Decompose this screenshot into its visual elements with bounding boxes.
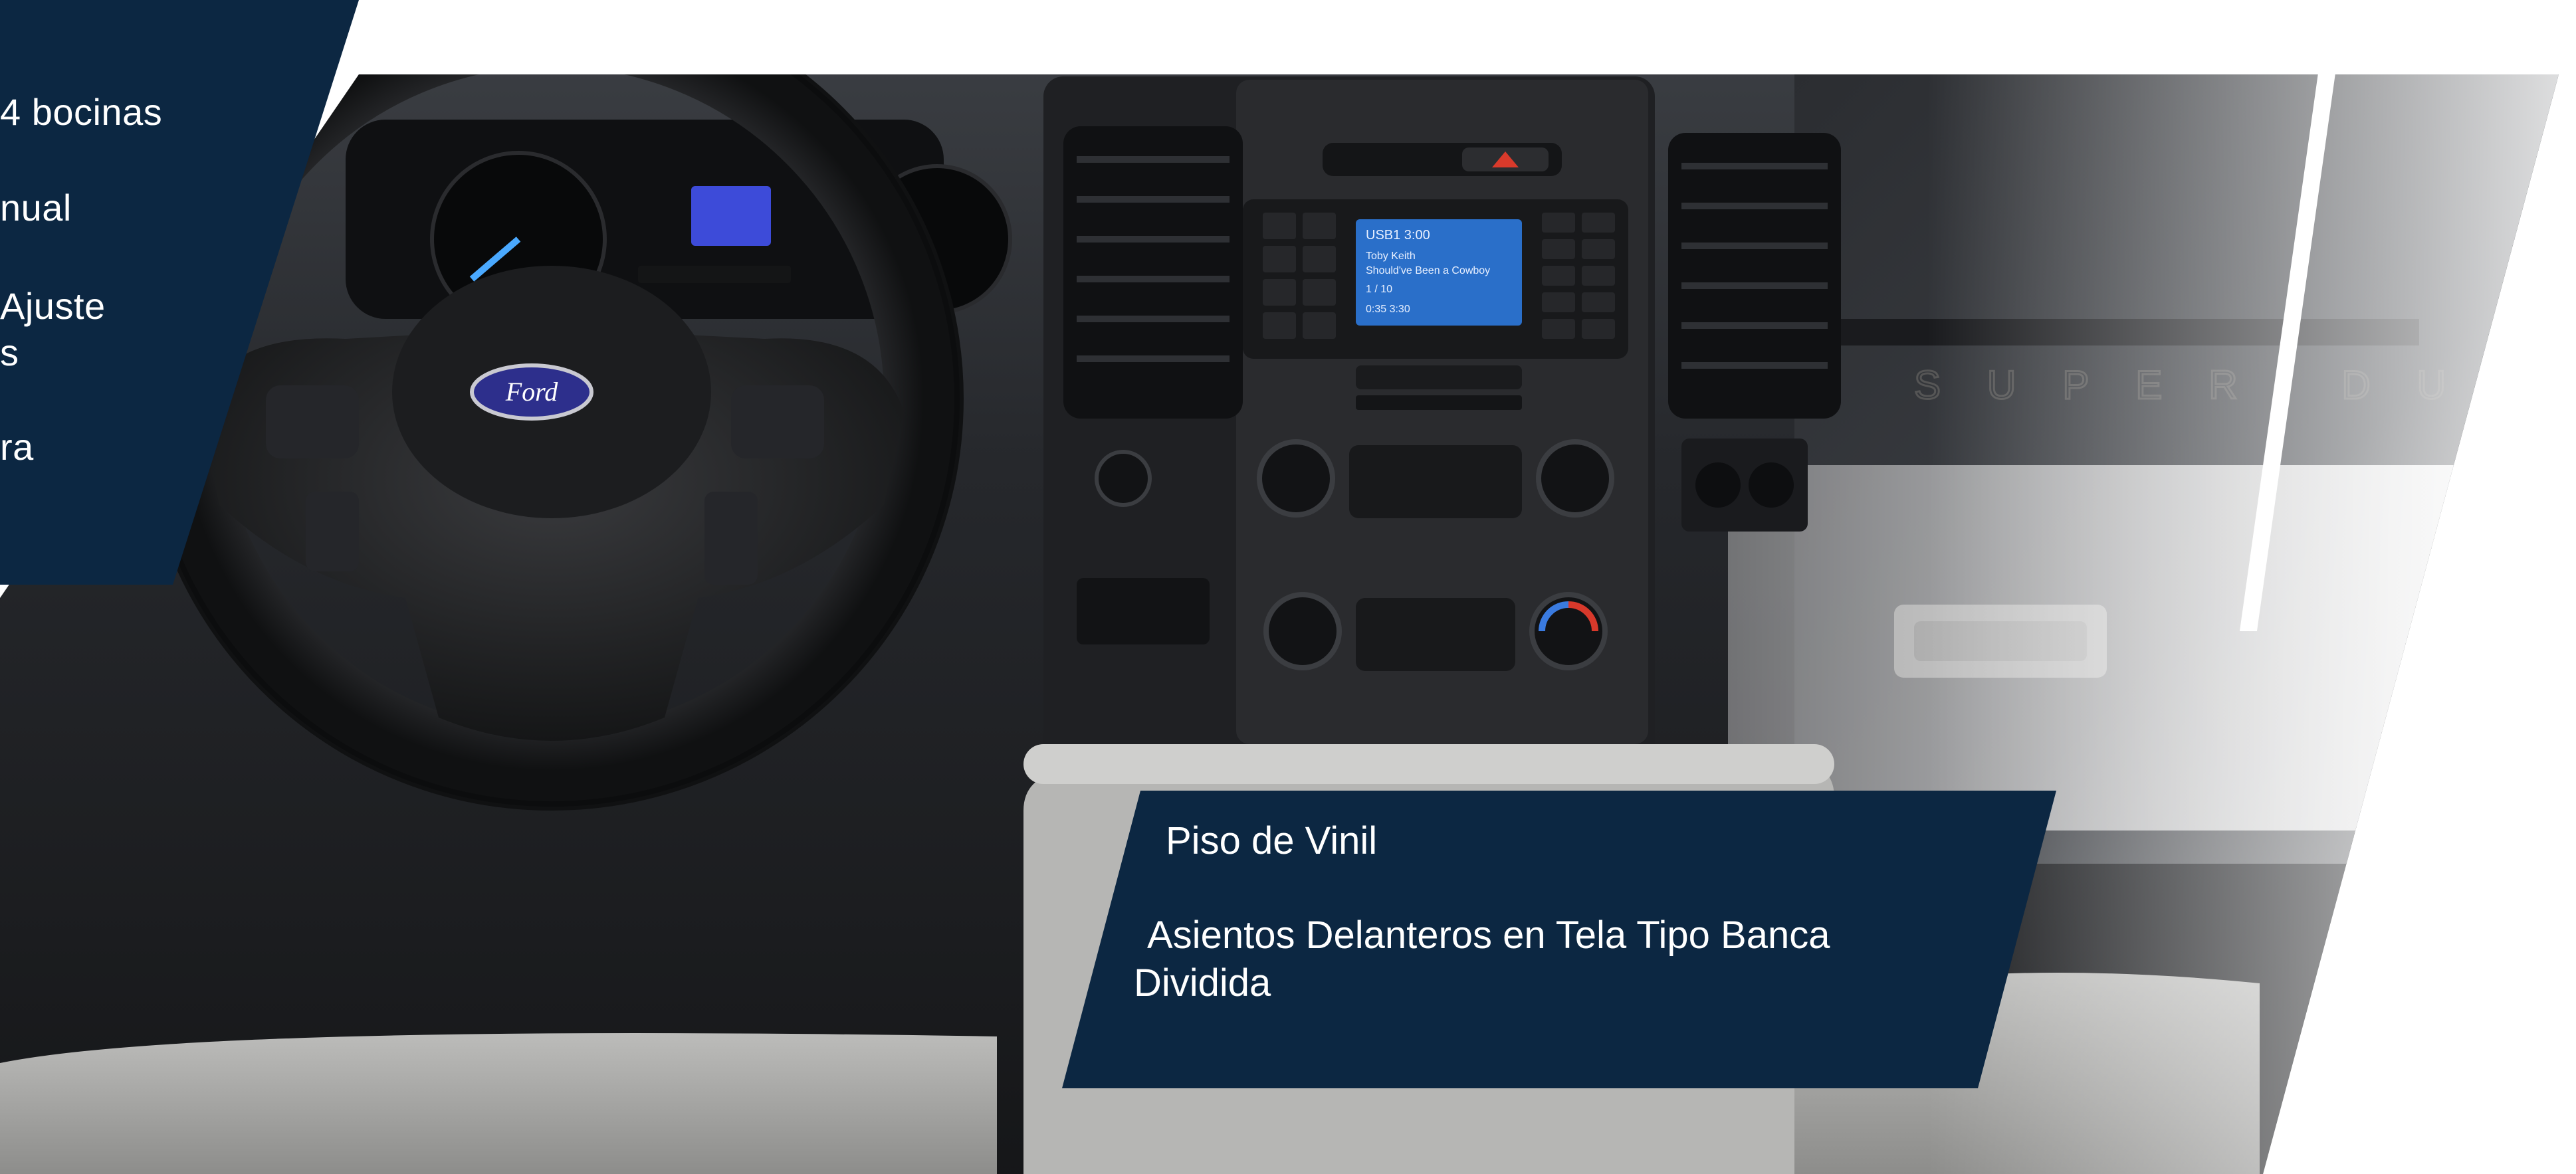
radio-artist: Toby Keith [1366, 250, 1416, 262]
radio-time: 0:35 3:30 [1366, 304, 1410, 315]
info-front-seats-cont: Dividida [1134, 961, 1271, 1005]
info-front-seats: Asientos Delanteros en Tela Tipo Banca [1147, 914, 1830, 957]
feature-manual: nual [0, 187, 72, 229]
radio-track: Should've Been a Cowboy [1366, 265, 1490, 276]
interior-info-panel: Piso de Vinil Asientos Delanteros en Tel… [1062, 791, 2056, 1088]
feature-speakers: 4 bocinas [0, 91, 163, 133]
radio-source: USB1 3:00 [1366, 228, 1430, 243]
feature-adjustment-cont: s [0, 332, 19, 373]
page: SUPER DUTY [0, 0, 2576, 1174]
radio-index: 1 / 10 [1366, 284, 1392, 295]
ford-logo: Ford [505, 377, 559, 407]
left-feature-list: 4 bocinas nual Ajuste s ra [0, 0, 179, 585]
info-vinyl-floor: Piso de Vinil [1166, 819, 1378, 862]
feature-adjustment: Ajuste [0, 285, 106, 327]
feature-other: ra [0, 426, 34, 468]
